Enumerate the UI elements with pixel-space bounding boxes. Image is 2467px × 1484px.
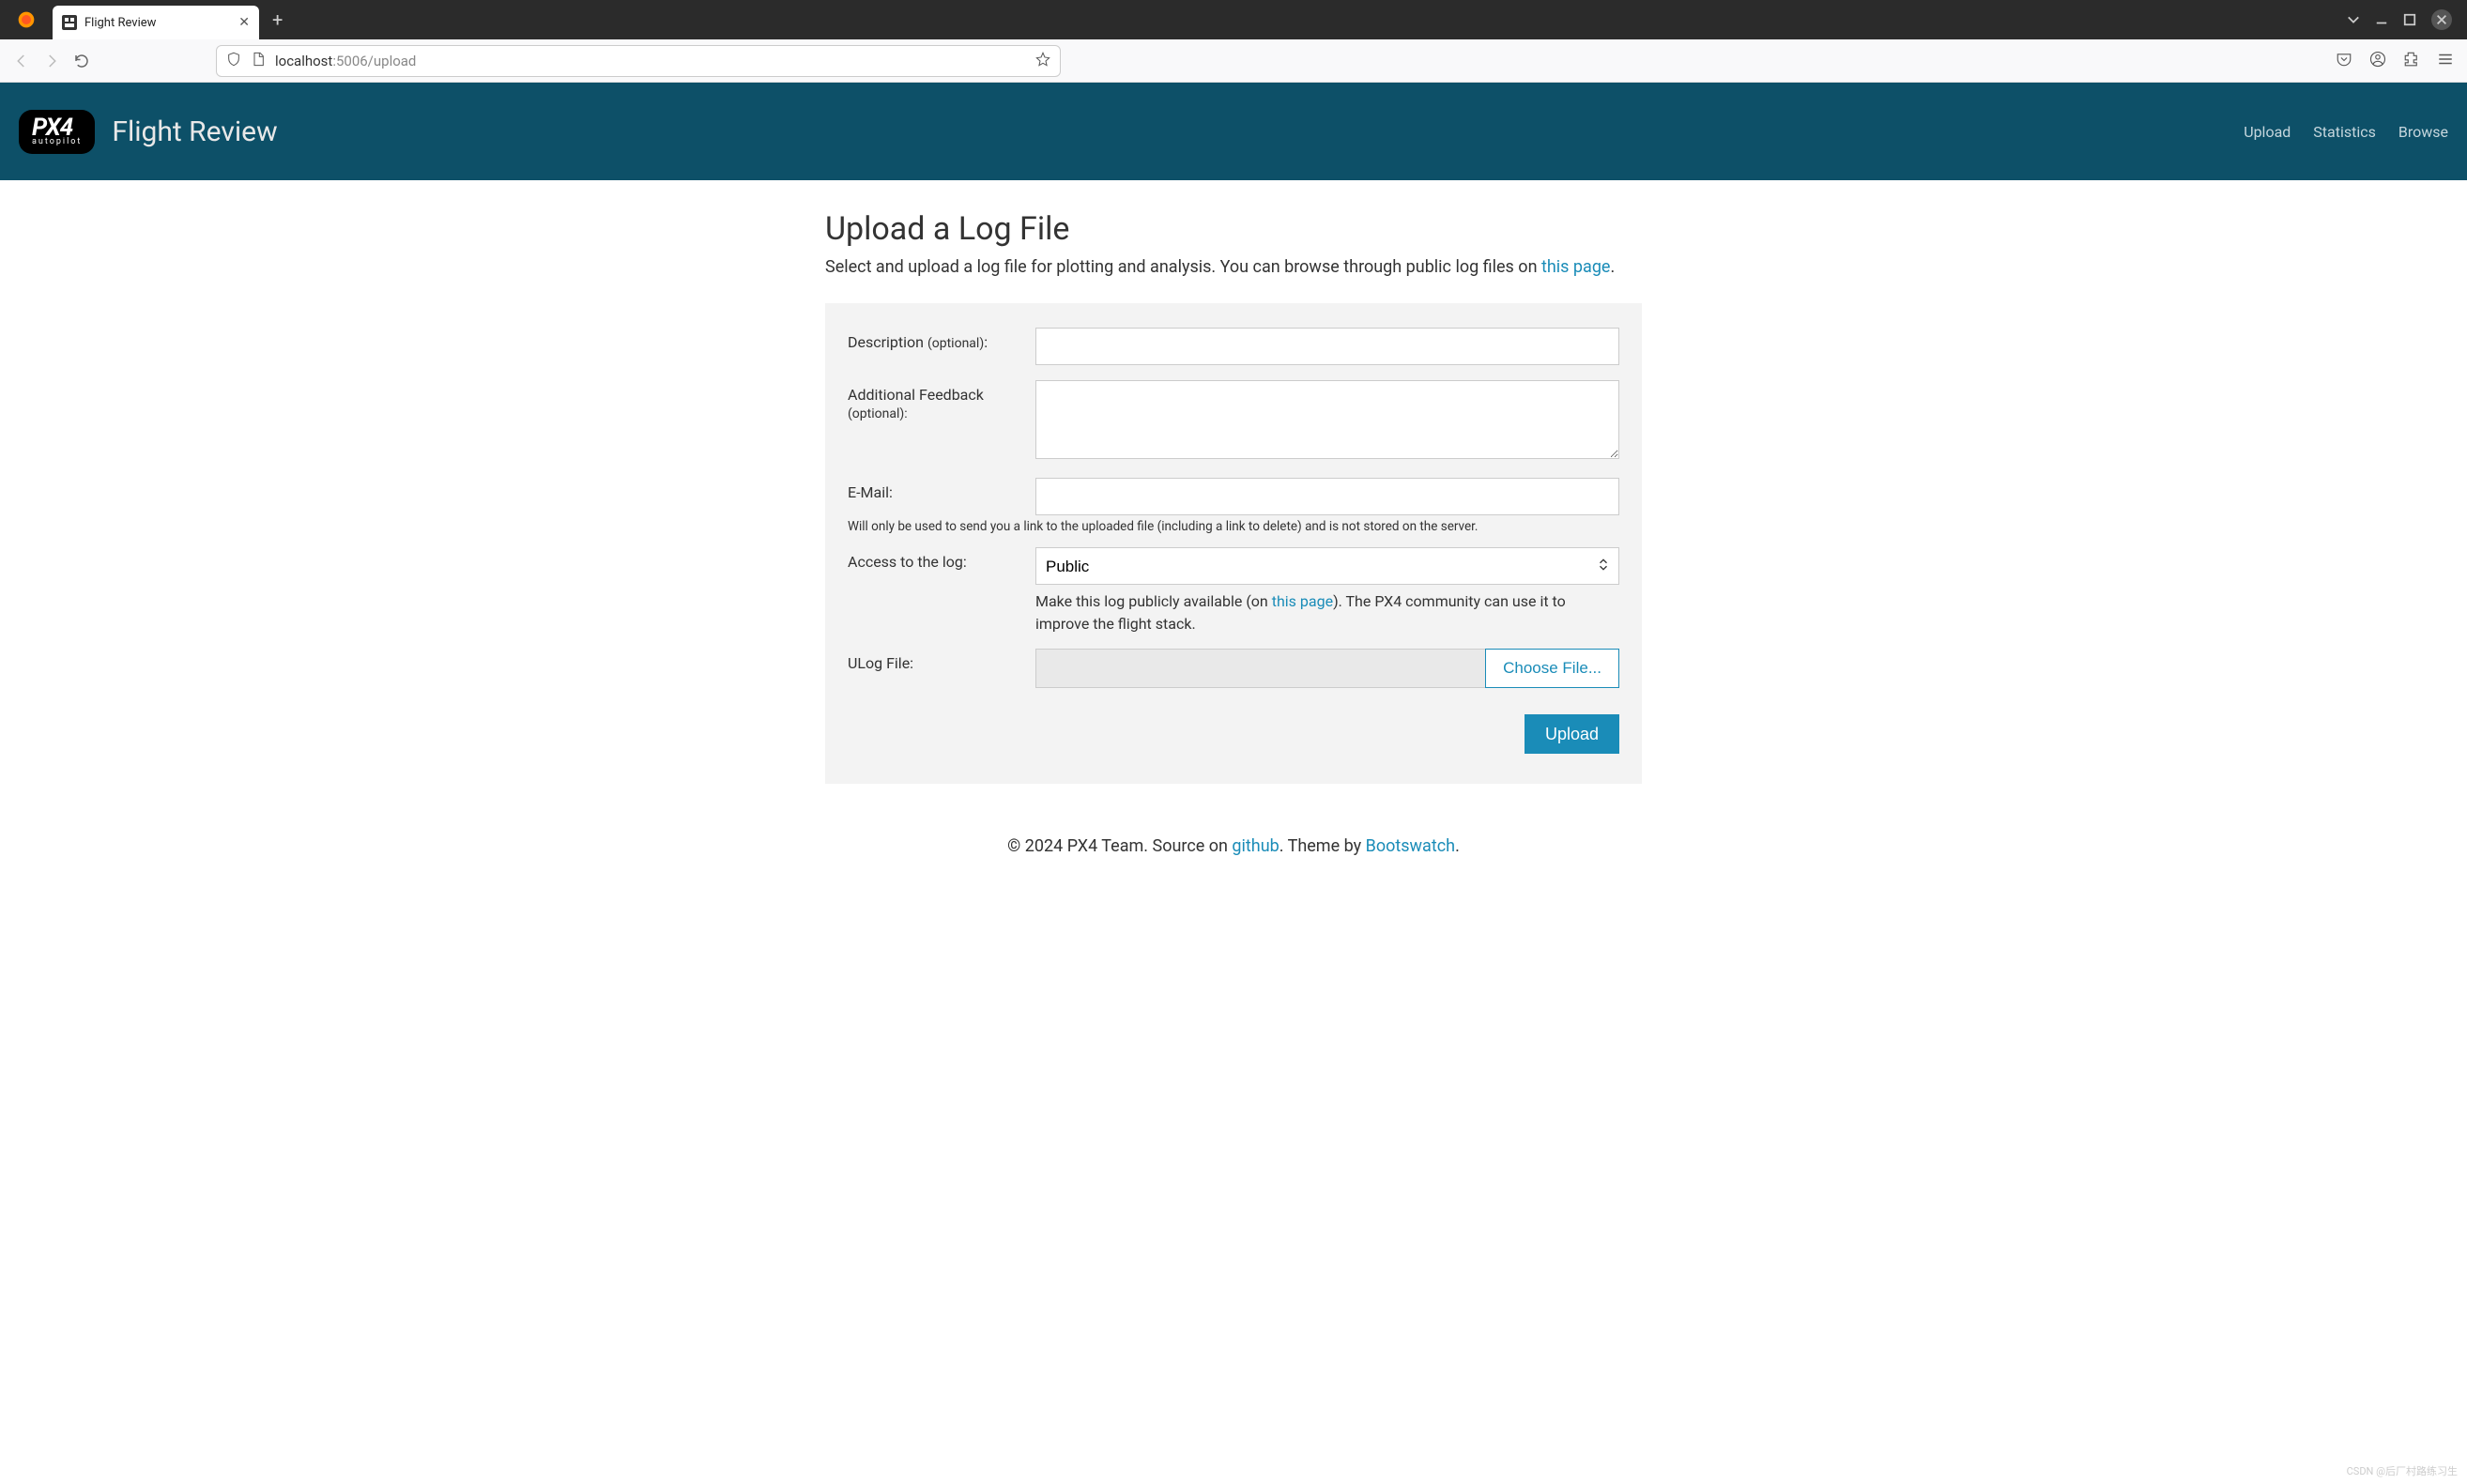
- description-label: Description (optional):: [848, 328, 1035, 365]
- url-bar[interactable]: localhost:5006/upload: [216, 45, 1061, 77]
- page-title: Upload a Log File: [825, 210, 1642, 248]
- access-label: Access to the log:: [848, 547, 1035, 635]
- hamburger-menu-icon[interactable]: [2437, 51, 2454, 71]
- upload-button[interactable]: Upload: [1525, 714, 1619, 754]
- bookmark-star-icon[interactable]: [1035, 52, 1050, 70]
- footer: © 2024 PX4 Team. Source on github. Theme…: [825, 836, 1642, 856]
- tab-favicon-icon: [62, 15, 77, 30]
- nav-statistics[interactable]: Statistics: [2313, 123, 2376, 141]
- nav-browse[interactable]: Browse: [2398, 123, 2448, 141]
- account-icon[interactable]: [2369, 51, 2386, 71]
- bootswatch-link[interactable]: Bootswatch: [1366, 836, 1455, 856]
- forward-button[interactable]: [43, 53, 60, 69]
- feedback-textarea[interactable]: [1035, 380, 1619, 459]
- app-header: PX4 autopilot Flight Review Upload Stati…: [0, 83, 2467, 180]
- firefox-icon: [17, 10, 36, 29]
- new-tab-button[interactable]: +: [272, 8, 283, 31]
- nav-upload[interactable]: Upload: [2244, 123, 2291, 141]
- shield-icon: [226, 52, 241, 70]
- main-content: Upload a Log File Select and upload a lo…: [825, 180, 1642, 894]
- browser-tab[interactable]: Flight Review ✕: [53, 6, 259, 39]
- choose-file-button[interactable]: Choose File...: [1485, 649, 1619, 688]
- maximize-icon[interactable]: [2403, 13, 2416, 26]
- window-close-icon[interactable]: [2431, 9, 2452, 30]
- email-input[interactable]: [1035, 478, 1619, 515]
- minimize-icon[interactable]: [2375, 13, 2388, 26]
- feedback-label: Additional Feedback(optional):: [848, 380, 1035, 463]
- page-info-icon: [251, 52, 266, 70]
- email-label: E-Mail:: [848, 478, 1035, 515]
- watermark: CSDN @后厂村路练习生: [2347, 1463, 2458, 1478]
- description-input[interactable]: [1035, 328, 1619, 365]
- reload-button[interactable]: [73, 53, 90, 69]
- tabs-dropdown-icon[interactable]: [2347, 13, 2360, 26]
- px4-logo[interactable]: PX4 autopilot: [19, 110, 95, 154]
- page-description: Select and upload a log file for plottin…: [825, 257, 1642, 277]
- access-help: Make this log publicly available (on thi…: [1035, 590, 1619, 635]
- browse-link[interactable]: this page: [1541, 257, 1611, 277]
- access-help-link[interactable]: this page: [1272, 592, 1333, 610]
- nav-links: Upload Statistics Browse: [2244, 123, 2448, 141]
- back-button[interactable]: [13, 53, 30, 69]
- browser-toolbar: localhost:5006/upload: [0, 39, 2467, 83]
- pocket-icon[interactable]: [2336, 51, 2352, 71]
- ulog-label: ULog File:: [848, 649, 1035, 688]
- access-select[interactable]: Public: [1035, 547, 1619, 585]
- url-text: localhost:5006/upload: [275, 53, 1026, 69]
- browser-tab-bar: Flight Review ✕ +: [0, 0, 2467, 39]
- tab-title: Flight Review: [84, 16, 231, 30]
- extensions-icon[interactable]: [2403, 51, 2420, 71]
- upload-form: Description (optional): Additional Feedb…: [825, 303, 1642, 784]
- app-title: Flight Review: [112, 115, 277, 148]
- file-display: [1035, 649, 1485, 688]
- tab-close-icon[interactable]: ✕: [238, 15, 250, 30]
- email-help: Will only be used to send you a link to …: [848, 519, 1619, 534]
- github-link[interactable]: github: [1232, 836, 1279, 856]
